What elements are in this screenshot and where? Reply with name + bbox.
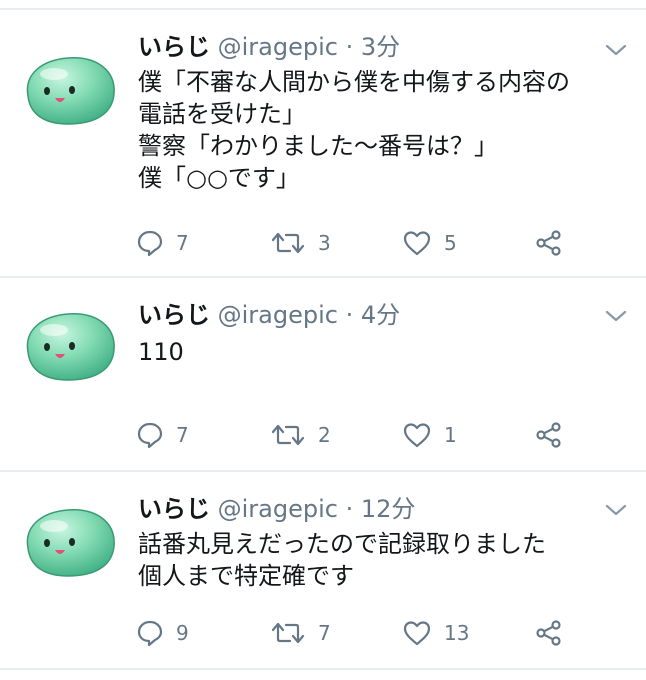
display-name[interactable]: いらじ [138,33,210,61]
like-count: 5 [444,231,457,255]
tweet-1[interactable]: いらじ @iragepic · 3分 僕「不審な人間から僕を中傷する内容の 電話… [0,0,646,276]
avatar[interactable] [20,308,120,384]
heart-icon [403,231,431,256]
tweet-text: 僕「不審な人間から僕を中傷する内容の 電話を受けた」 警察「わかりました〜番号は… [138,68,570,192]
separator: · [337,495,361,523]
share-button[interactable] [534,618,564,648]
reply-button[interactable]: 7 [136,228,189,258]
share-icon [536,620,561,646]
like-count: 13 [444,621,470,645]
separator: · [337,301,361,329]
separator: · [337,33,361,61]
like-button[interactable]: 5 [402,228,457,258]
handle[interactable]: @iragepic [218,33,338,61]
reply-count: 7 [176,423,189,447]
share-button[interactable] [534,420,564,450]
share-icon [536,230,561,256]
display-name[interactable]: いらじ [138,495,210,523]
bottom-divider [0,668,646,670]
like-count: 1 [444,423,457,447]
retweet-count: 7 [318,621,331,645]
handle[interactable]: @iragepic [218,495,338,523]
heart-icon [403,621,431,646]
reply-count: 7 [176,231,189,255]
retweet-button[interactable]: 2 [270,420,331,450]
tweet-actions: 7 2 1 [136,420,576,450]
tweet-header: いらじ @iragepic · 12分 [138,494,415,524]
chevron-down-icon[interactable] [604,502,628,518]
reply-button[interactable]: 7 [136,420,189,450]
tweet-text: 110 [138,338,184,366]
retweet-count: 3 [318,231,331,255]
tweet-3[interactable]: いらじ @iragepic · 12分 話番丸見えだったので記録取りました 個人… [0,472,646,668]
timestamp[interactable]: 3分 [361,33,400,61]
timestamp[interactable]: 4分 [361,301,400,329]
tweet-actions: 7 3 5 [136,228,576,258]
timestamp[interactable]: 12分 [361,495,416,523]
avatar[interactable] [20,504,120,580]
like-button[interactable]: 1 [402,420,457,450]
share-button[interactable] [534,228,564,258]
chevron-down-icon[interactable] [604,308,628,324]
like-button[interactable]: 13 [402,618,469,648]
reply-count: 9 [176,621,189,645]
tweet-header: いらじ @iragepic · 4分 [138,300,400,330]
share-icon [536,422,561,448]
retweet-count: 2 [318,423,331,447]
reply-icon [137,422,163,449]
chevron-down-icon[interactable] [604,42,628,58]
retweet-button[interactable]: 3 [270,228,331,258]
tweet-text: 話番丸見えだったので記録取りました 個人まで特定確です [138,530,546,590]
avatar[interactable] [20,52,120,128]
tweet-2[interactable]: いらじ @iragepic · 4分 110 7 2 1 [0,278,646,470]
handle[interactable]: @iragepic [218,301,338,329]
reply-icon [137,230,163,257]
retweet-icon [271,424,305,446]
retweet-button[interactable]: 7 [270,618,331,648]
display-name[interactable]: いらじ [138,301,210,329]
retweet-icon [271,622,305,644]
tweet-header: いらじ @iragepic · 3分 [138,32,400,62]
heart-icon [403,423,431,448]
tweet-actions: 9 7 13 [136,618,576,648]
reply-icon [137,620,163,647]
reply-button[interactable]: 9 [136,618,189,648]
retweet-icon [271,232,305,254]
